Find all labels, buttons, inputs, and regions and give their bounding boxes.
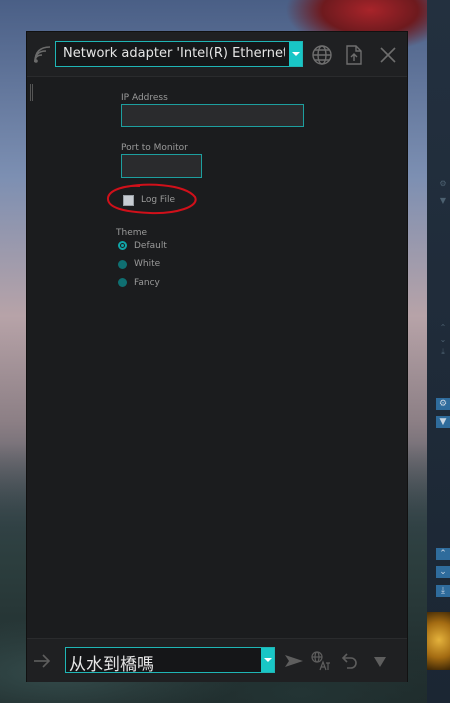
chevron-down-icon[interactable]: ⌄ bbox=[436, 334, 450, 346]
ip-address-input[interactable] bbox=[121, 104, 304, 127]
theme-radio-default[interactable] bbox=[118, 241, 127, 250]
theme-option-fancy: Fancy bbox=[134, 278, 160, 288]
wifi-icon bbox=[34, 46, 51, 63]
theme-radio-white[interactable] bbox=[118, 260, 127, 269]
close-icon[interactable] bbox=[377, 44, 399, 66]
gear-icon[interactable]: ⚙ bbox=[436, 398, 450, 410]
port-input[interactable] bbox=[121, 154, 202, 178]
filter-icon[interactable]: ▼ bbox=[436, 416, 450, 428]
gold-emblem bbox=[427, 612, 450, 670]
filter-icon[interactable]: ▼ bbox=[436, 195, 450, 207]
chevron-up-icon[interactable]: ⌃ bbox=[436, 322, 450, 334]
message-input[interactable]: 从水到橋嗎 bbox=[65, 647, 275, 675]
adapter-select[interactable]: Network adapter 'Intel(R) Ethernet Conne… bbox=[55, 41, 303, 67]
translate-icon[interactable] bbox=[311, 651, 331, 671]
undo-icon[interactable] bbox=[339, 651, 359, 671]
port-label: Port to Monitor bbox=[121, 143, 188, 153]
skip-down-icon[interactable]: ⤓ bbox=[436, 585, 450, 597]
annotation-circle bbox=[107, 183, 197, 215]
triangle-down-icon[interactable] bbox=[370, 651, 390, 671]
gear-icon[interactable]: ⚙ bbox=[436, 178, 450, 190]
bottom-bar: 从水到橋嗎 bbox=[27, 638, 407, 682]
monitor-window: Network adapter 'Intel(R) Ethernet Conne… bbox=[26, 31, 408, 682]
splitter-handle[interactable] bbox=[30, 84, 33, 101]
theme-option-default: Default bbox=[134, 241, 167, 251]
chevron-down-icon[interactable] bbox=[289, 42, 302, 66]
ip-address-label: IP Address bbox=[121, 93, 168, 103]
export-icon[interactable] bbox=[343, 44, 365, 66]
globe-icon[interactable] bbox=[311, 44, 333, 66]
arrow-right-icon[interactable] bbox=[33, 653, 51, 669]
chevron-up-icon[interactable]: ⌃ bbox=[436, 548, 450, 560]
adapter-select-value: Network adapter 'Intel(R) Ethernet Conne… bbox=[63, 46, 285, 61]
chevron-down-icon[interactable] bbox=[261, 648, 274, 672]
theme-option-white: White bbox=[134, 259, 161, 269]
theme-label: Theme bbox=[116, 228, 148, 238]
send-icon[interactable] bbox=[284, 651, 304, 671]
theme-radio-fancy[interactable] bbox=[118, 278, 127, 287]
chevron-down-icon[interactable]: ⌄ bbox=[436, 566, 450, 578]
message-input-value: 从水到橋嗎 bbox=[69, 655, 154, 675]
titlebar: Network adapter 'Intel(R) Ethernet Conne… bbox=[27, 32, 407, 77]
skip-down-icon[interactable]: ⤓ bbox=[436, 346, 450, 358]
